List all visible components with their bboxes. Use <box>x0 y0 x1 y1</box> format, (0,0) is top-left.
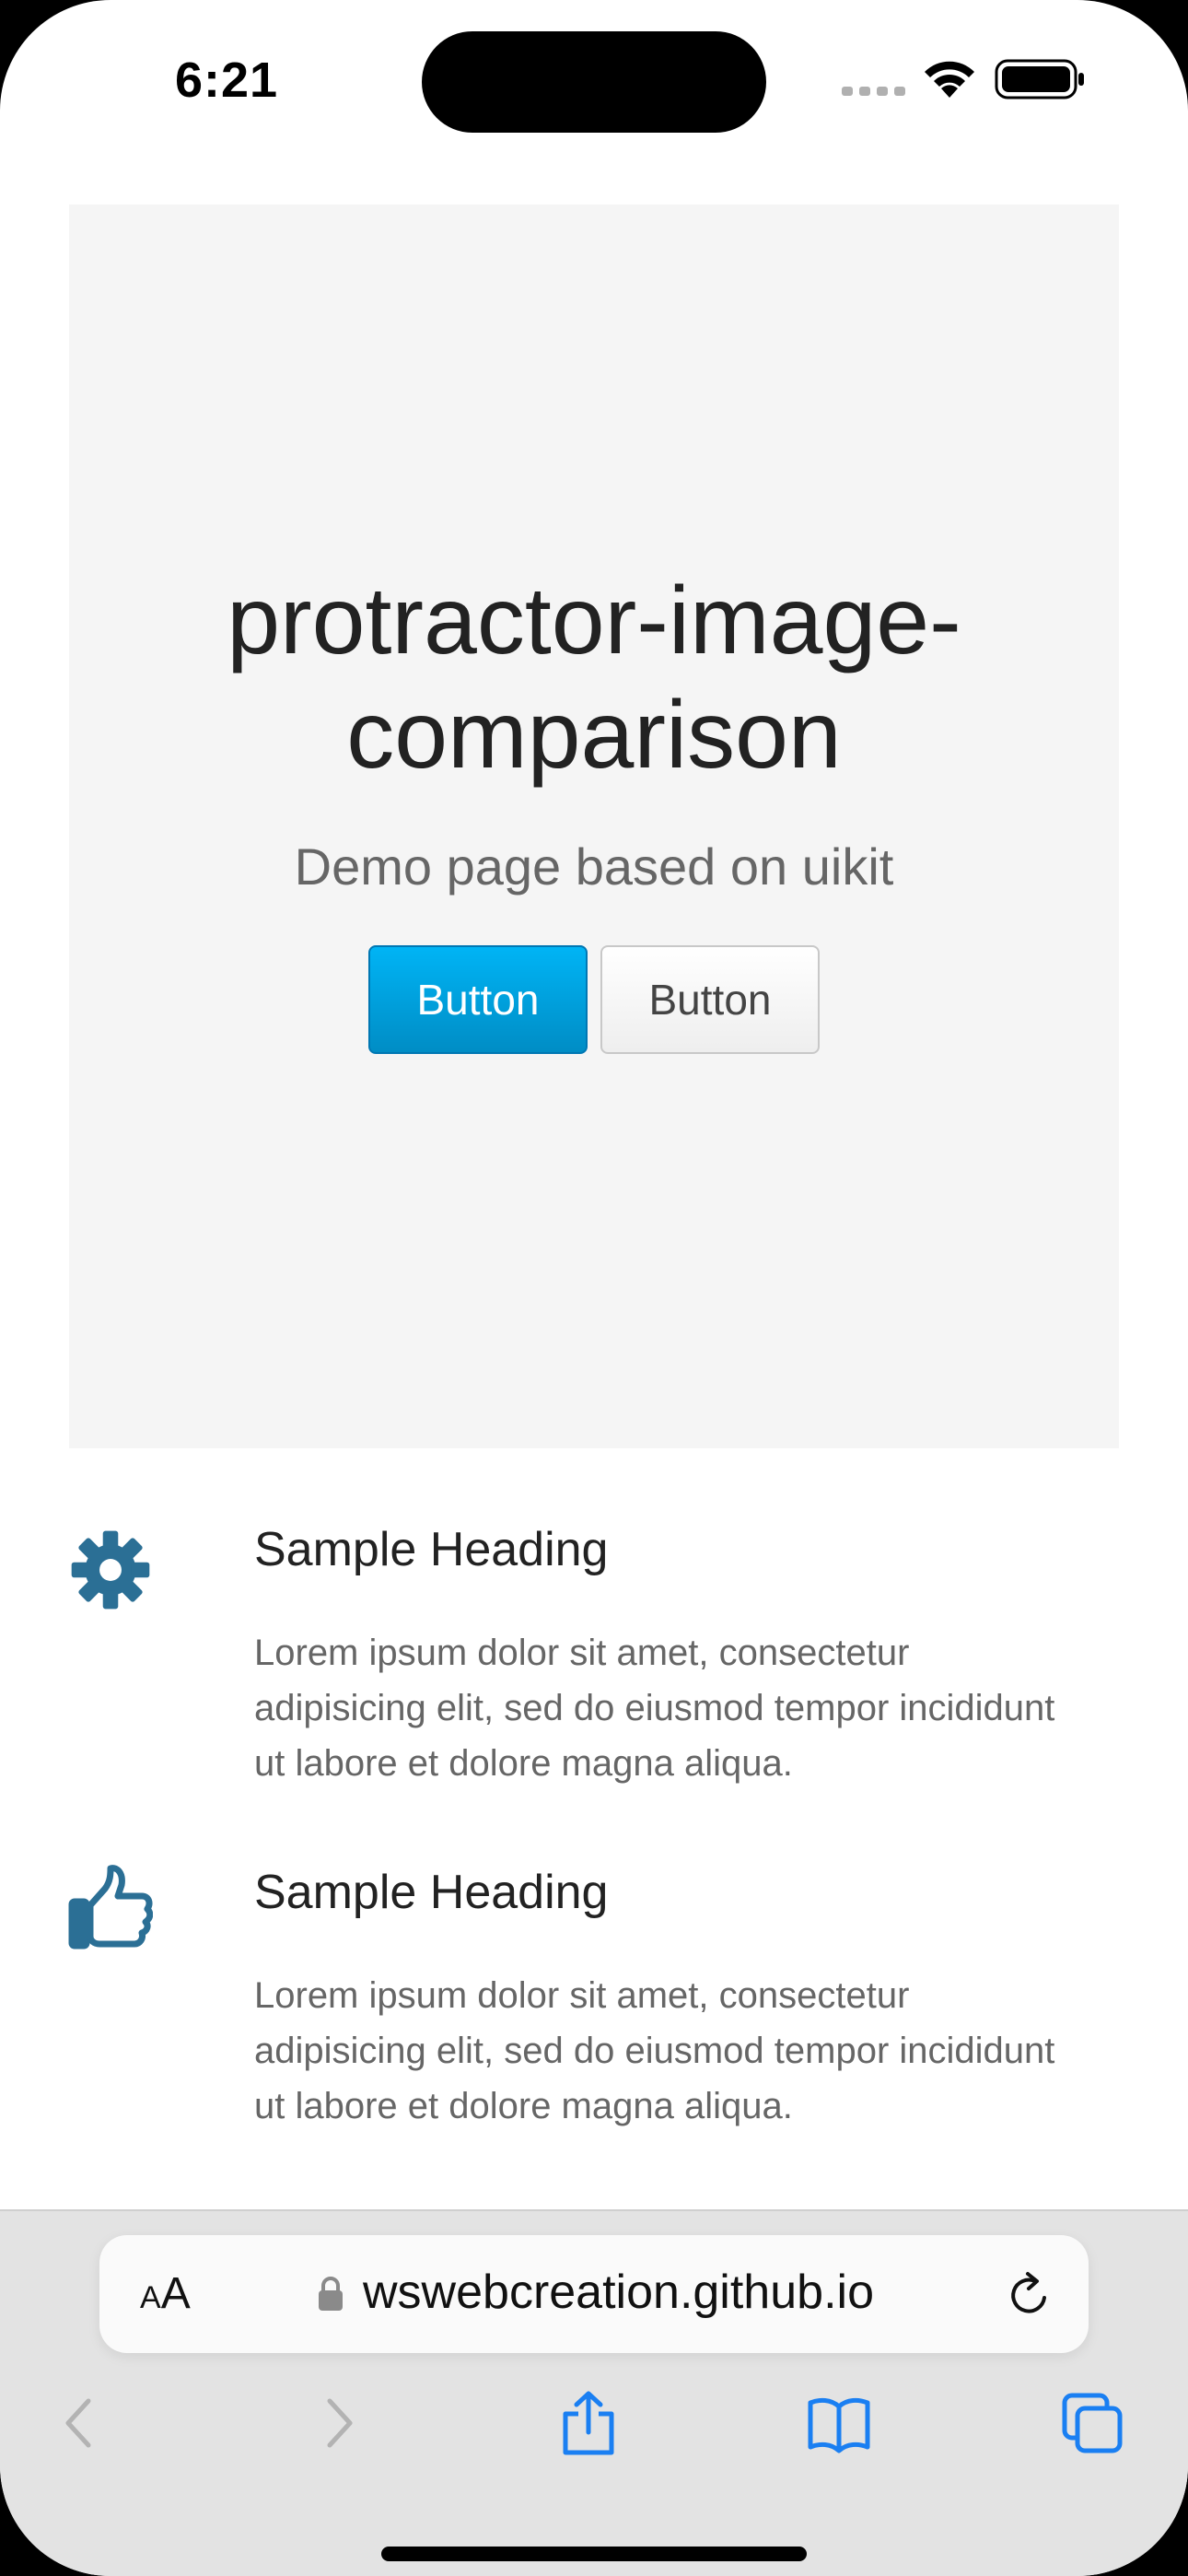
phone-screen: 6:21 protractor-image- comparison Demo p… <box>0 0 1188 2576</box>
thumbs-up-icon <box>68 1865 153 1950</box>
feature-text-line-3: ut labore et dolore magna aliqua. <box>254 2086 793 2126</box>
wifi-icon <box>925 61 974 98</box>
feature-text-line-1: Lorem ipsum dolor sit amet, consectetur <box>254 1975 910 2016</box>
hero-title: protractor-image- comparison <box>69 564 1119 792</box>
hero-subtitle: Demo page based on uikit <box>294 837 894 896</box>
feature-text: Lorem ipsum dolor sit amet, consectetur … <box>254 1968 1138 2134</box>
feature-text-line-1: Lorem ipsum dolor sit amet, consectetur <box>254 1633 910 1673</box>
feature-text-line-3: ut labore et dolore magna aliqua. <box>254 1743 793 1784</box>
feature-text-line-2: adipisicing elit, sed do eiusmod tempor … <box>254 2031 1055 2071</box>
share-icon[interactable] <box>556 2390 621 2456</box>
reload-icon[interactable] <box>1004 2270 1054 2320</box>
address-bar[interactable]: AA wswebcreation.github.io <box>99 2235 1089 2353</box>
bookmarks-icon[interactable] <box>807 2390 871 2456</box>
lock-icon <box>319 2277 343 2311</box>
home-indicator <box>381 2547 807 2561</box>
url-text[interactable]: wswebcreation.github.io <box>363 2265 874 2320</box>
gear-icon <box>71 1530 150 1610</box>
hero-button-group: Button Button <box>69 945 1119 1054</box>
feature-item-like: Sample Heading Lorem ipsum dolor sit ame… <box>0 1863 1188 2139</box>
feature-heading: Sample Heading <box>254 1523 609 1576</box>
dynamic-island <box>422 31 766 133</box>
reader-mode-button[interactable]: AA <box>140 2268 191 2319</box>
secondary-button[interactable]: Button <box>600 945 820 1054</box>
hero-section: protractor-image- comparison Demo page b… <box>69 205 1119 1448</box>
back-icon[interactable] <box>48 2390 112 2456</box>
browser-bottom-bar: AA wswebcreation.github.io <box>0 2209 1188 2576</box>
status-bar: 6:21 <box>0 0 1188 166</box>
cellular-signal-icon <box>842 87 905 96</box>
primary-button[interactable]: Button <box>368 945 588 1054</box>
feature-text-line-2: adipisicing elit, sed do eiusmod tempor … <box>254 1688 1055 1728</box>
forward-icon[interactable] <box>306 2390 370 2456</box>
reader-mode-small-a: A <box>140 2280 161 2315</box>
hero-title-line-1: protractor-image- <box>227 568 961 674</box>
hero-title-line-2: comparison <box>346 682 842 789</box>
reader-mode-large-a: A <box>160 2269 191 2318</box>
battery-icon <box>995 59 1084 100</box>
status-time: 6:21 <box>175 53 279 108</box>
tabs-icon[interactable] <box>1061 2390 1125 2456</box>
feature-heading: Sample Heading <box>254 1866 609 1919</box>
feature-text: Lorem ipsum dolor sit amet, consectetur … <box>254 1625 1138 1791</box>
feature-item-settings: Sample Heading Lorem ipsum dolor sit ame… <box>0 1520 1188 1797</box>
